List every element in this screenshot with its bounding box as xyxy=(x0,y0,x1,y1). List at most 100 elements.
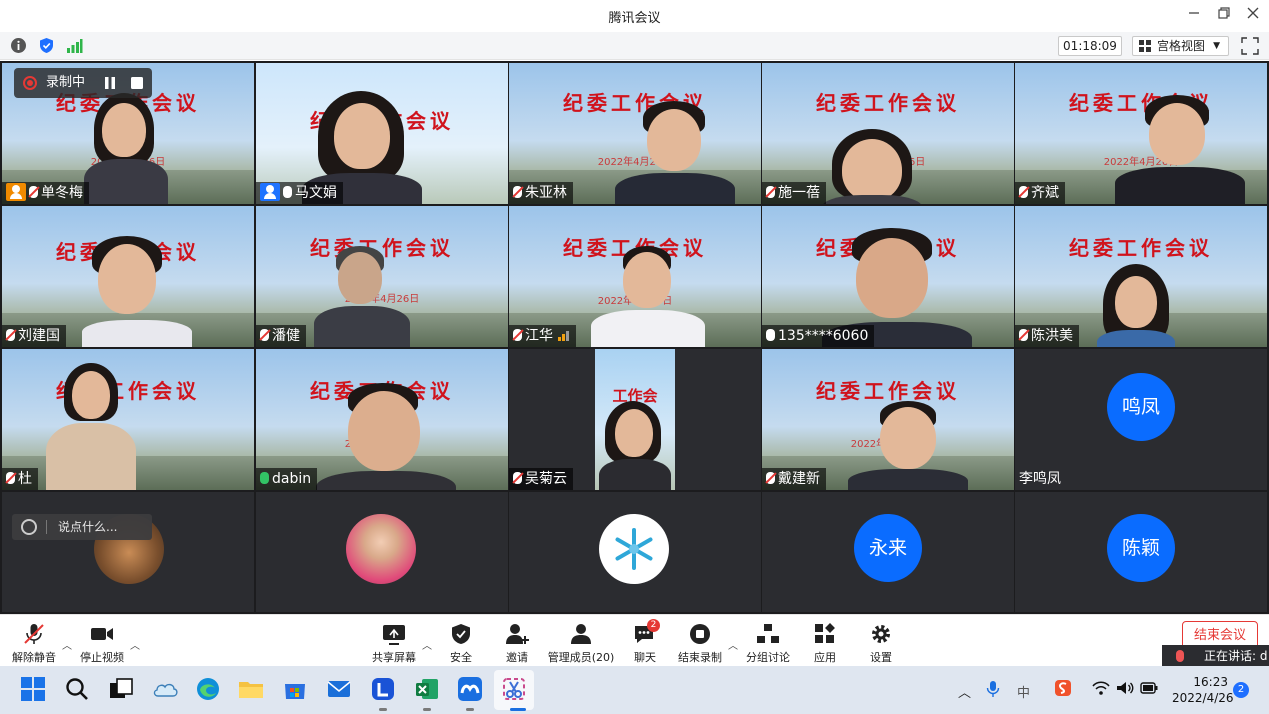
info-icon[interactable] xyxy=(10,37,27,54)
microsoft-store-icon[interactable] xyxy=(282,676,308,702)
lenovo-vantage-icon[interactable] xyxy=(370,676,396,702)
mic-muted-icon xyxy=(1019,186,1028,198)
system-clock[interactable]: 16:23 2022/4/26 xyxy=(1172,674,1234,706)
task-view-icon[interactable] xyxy=(108,676,134,702)
participant-name: 马文娟 xyxy=(295,185,337,201)
invite-button[interactable]: 邀请 xyxy=(500,623,534,665)
participant-avatar-snowflake xyxy=(599,514,669,584)
mic-icon xyxy=(283,186,292,198)
stop-video-label: 停止视频 xyxy=(80,651,124,664)
mail-icon[interactable] xyxy=(326,676,352,702)
end-recording-button[interactable]: 结束录制 xyxy=(676,623,724,665)
signal-strength-icon[interactable] xyxy=(66,37,83,54)
video-tile[interactable]: 纪委工作会议 135****6060 xyxy=(762,206,1014,347)
breakout-rooms-button[interactable]: 分组讨论 xyxy=(744,623,792,665)
onedrive-icon[interactable] xyxy=(152,676,178,702)
mic-muted-icon xyxy=(766,186,775,198)
quick-chat-input[interactable]: 说点什么... xyxy=(12,514,152,540)
chevron-up-icon[interactable]: ︿ xyxy=(62,637,72,652)
tencent-meeting-icon[interactable] xyxy=(457,676,483,702)
notification-badge[interactable]: 2 xyxy=(1233,682,1249,698)
view-mode-dropdown[interactable]: 宫格视图 ▼ xyxy=(1132,36,1229,56)
video-tile-camera-off[interactable] xyxy=(2,492,254,612)
emoji-icon[interactable] xyxy=(21,519,37,535)
video-tile-camera-off[interactable]: 陈颖 xyxy=(1015,492,1267,612)
chat-button[interactable]: 聊天 2 xyxy=(628,619,662,665)
file-explorer-icon[interactable] xyxy=(238,676,264,702)
mic-icon[interactable] xyxy=(986,680,1000,698)
unmute-button[interactable]: 解除静音 xyxy=(10,623,58,665)
volume-icon[interactable] xyxy=(1116,680,1134,696)
chevron-up-icon[interactable]: ︿ xyxy=(422,637,432,652)
video-tile[interactable]: 纪委工作会议 马文娟 xyxy=(256,63,508,204)
video-tile[interactable]: 纪委工作会议 2022年4月26日 江华 xyxy=(509,206,761,347)
video-tile[interactable]: 纪委工作会议 2022年4月26日 朱亚林 xyxy=(509,63,761,204)
participant-namebar: 单冬梅 xyxy=(2,182,89,204)
apps-button[interactable]: 应用 xyxy=(808,623,842,665)
participant-namebar: 刘建国 xyxy=(2,325,66,347)
participant-name: 李鸣凤 xyxy=(1019,471,1061,487)
minimize-icon[interactable] xyxy=(1180,4,1208,28)
stop-video-button[interactable]: 停止视频 xyxy=(78,623,126,665)
participant-name: 135****6060 xyxy=(778,328,869,344)
video-tile[interactable]: 工作会 吴菊云 xyxy=(509,349,761,490)
pause-icon[interactable] xyxy=(102,75,118,91)
mic-muted-icon xyxy=(6,329,15,341)
video-tile[interactable]: 纪委工作会议 2022年4月26日 齐斌 xyxy=(1015,63,1267,204)
mic-muted-icon xyxy=(29,186,38,198)
video-tile[interactable]: 纪委工作会议 陈洪美 xyxy=(1015,206,1267,347)
share-screen-button[interactable]: 共享屏幕 xyxy=(368,623,420,665)
video-tile[interactable]: 纪委工作会议 2022年4月26日 潘健 xyxy=(256,206,508,347)
video-tile-camera-off[interactable]: 永来 xyxy=(762,492,1014,612)
chevron-up-icon[interactable]: ︿ xyxy=(728,637,738,652)
stop-record-icon xyxy=(690,624,710,644)
battery-icon[interactable] xyxy=(1140,681,1158,695)
wifi-icon[interactable] xyxy=(1092,680,1110,696)
video-tile[interactable]: 纪委工作会议 2022年4月26日 dabin xyxy=(256,349,508,490)
video-tile-camera-off[interactable] xyxy=(256,492,508,612)
breakout-label: 分组讨论 xyxy=(746,651,790,664)
windows-taskbar: ︿ 中 16:23 2022/4/26 2 xyxy=(0,666,1269,714)
close-icon[interactable] xyxy=(1239,4,1267,28)
search-icon[interactable] xyxy=(64,676,90,702)
participant-avatar: 永来 xyxy=(854,514,922,582)
video-tile[interactable]: 纪委工作会议 2022年4月26日 施一蓓 xyxy=(762,63,1014,204)
chevron-up-icon[interactable]: ︿ xyxy=(958,682,971,701)
security-label: 安全 xyxy=(450,651,472,664)
chevron-up-icon[interactable]: ︿ xyxy=(130,637,140,652)
shield-icon[interactable] xyxy=(38,37,55,54)
gear-icon xyxy=(872,625,890,643)
participant-namebar: 陈洪美 xyxy=(1015,325,1079,347)
ime-indicator[interactable]: 中 xyxy=(1017,682,1030,701)
clock-time: 16:23 xyxy=(1193,675,1228,689)
windows-start-icon[interactable] xyxy=(20,676,46,702)
title-bar: 腾讯会议 xyxy=(0,0,1269,32)
apps-label: 应用 xyxy=(814,651,836,664)
participant-namebar: 马文娟 xyxy=(256,182,343,204)
edge-browser-icon[interactable] xyxy=(195,676,221,702)
participant-namebar: 施一蓓 xyxy=(762,182,826,204)
manage-members-button[interactable]: 管理成员(20) xyxy=(546,623,616,665)
video-tile[interactable]: 纪委工作会议 2022年4月26日 戴建新 xyxy=(762,349,1014,490)
settings-button[interactable]: 设置 xyxy=(864,623,898,665)
grid-view-icon xyxy=(1139,40,1151,52)
video-tile[interactable]: 纪委工作会议 刘建国 xyxy=(2,206,254,347)
fullscreen-icon[interactable] xyxy=(1241,37,1259,55)
participant-namebar: 潘健 xyxy=(256,325,306,347)
video-tile-camera-off[interactable]: 鸣凤 李鸣凤 xyxy=(1015,349,1267,490)
snipping-tool-icon[interactable] xyxy=(501,676,527,702)
video-tile-camera-off[interactable] xyxy=(509,492,761,612)
video-tile[interactable]: 纪委工作会议 杜 xyxy=(2,349,254,490)
security-button[interactable]: 安全 xyxy=(444,623,478,665)
excel-icon[interactable] xyxy=(414,676,440,702)
recording-label: 录制中 xyxy=(46,75,86,90)
restore-icon[interactable] xyxy=(1210,4,1238,28)
running-indicator xyxy=(379,708,387,711)
participant-name: 齐斌 xyxy=(1031,185,1059,201)
stop-icon[interactable] xyxy=(129,75,145,91)
participant-namebar: 李鸣凤 xyxy=(1015,468,1067,490)
participant-namebar: 齐斌 xyxy=(1015,182,1065,204)
sogou-input-icon[interactable] xyxy=(1054,679,1072,697)
meeting-banner: 纪委工作会议 xyxy=(1069,236,1213,260)
breakout-icon xyxy=(757,624,779,643)
